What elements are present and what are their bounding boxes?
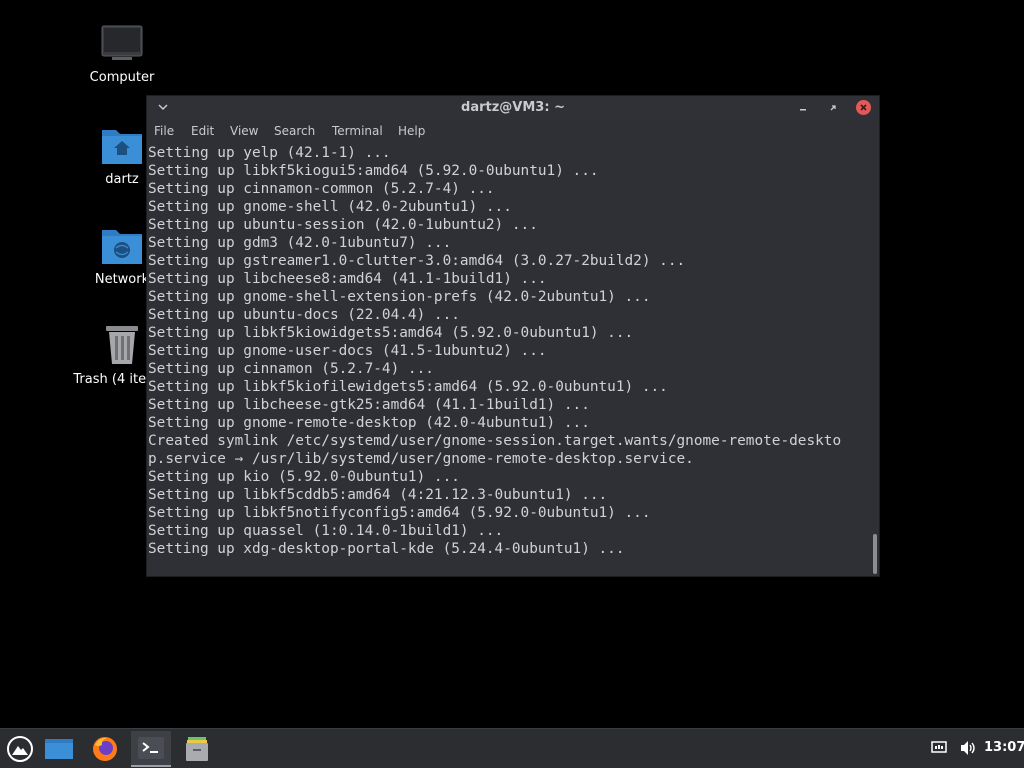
terminal-line: Setting up gnome-user-docs (41.5-1ubuntu… (148, 343, 547, 359)
terminal-prompt-line (148, 558, 870, 576)
terminal-line: Setting up cinnamon-common (5.2.7-4) ... (148, 181, 495, 197)
menu-edit[interactable]: Edit (191, 124, 214, 138)
menu-help[interactable]: Help (398, 124, 425, 138)
maximize-button[interactable] (826, 101, 840, 115)
firefox-launcher[interactable] (85, 731, 125, 767)
terminal-line: Setting up libkf5notifyconfig5:amd64 (5.… (148, 505, 651, 521)
terminal-icon (138, 737, 164, 759)
terminal-taskbar-button[interactable] (131, 731, 171, 767)
terminal-line: Setting up gstreamer1.0-clutter-3.0:amd6… (148, 253, 686, 269)
menu-view[interactable]: View (230, 124, 258, 138)
volume-icon[interactable] (959, 740, 977, 756)
terminal-line: Setting up gnome-shell (42.0-2ubuntu1) .… (148, 199, 512, 215)
close-icon (860, 104, 867, 111)
terminal-line: Setting up quassel (1:0.14.0-1build1) ..… (148, 523, 504, 539)
desktop-icon-label: Computer (89, 70, 155, 85)
terminal-line: Setting up ubuntu-docs (22.04.4) ... (148, 307, 460, 323)
terminal-line: p.service → /usr/lib/systemd/user/gnome-… (148, 451, 694, 467)
menu-file[interactable]: File (154, 124, 174, 138)
network-folder-icon (102, 230, 142, 264)
file-manager-launcher[interactable] (177, 731, 217, 767)
terminal-line: Setting up xdg-desktop-portal-kde (5.24.… (148, 541, 625, 557)
terminal-line: Setting up libkf5kiofilewidgets5:amd64 (… (148, 379, 668, 395)
taskbar: 13:07 (0, 728, 1024, 768)
menu-logo-icon (7, 736, 33, 762)
terminal-line: Setting up libkf5cddb5:amd64 (4:21.12.3-… (148, 487, 608, 503)
desktop: Computer dartz Network Trash (4 items) d… (0, 0, 1024, 728)
menu-button[interactable] (0, 731, 40, 767)
clock[interactable]: 13:07 (984, 740, 1024, 755)
desktop-icon-computer[interactable]: Computer (62, 24, 182, 85)
close-button[interactable] (856, 100, 871, 115)
terminal-output[interactable]: Setting up yelp (42.1-1) ... Setting up … (148, 144, 870, 576)
terminal-line: Setting up cinnamon (5.2.7-4) ... (148, 361, 434, 377)
terminal-line: Setting up gnome-remote-desktop (42.0-4u… (148, 415, 590, 431)
show-desktop-button[interactable] (39, 731, 79, 767)
terminal-line: Setting up yelp (42.1-1) ... (148, 145, 391, 161)
terminal-window[interactable]: dartz@VM3: ~ File Edit View Search Termi… (146, 95, 880, 577)
terminal-line: Setting up libcheese8:amd64 (41.1-1build… (148, 271, 547, 287)
menu-terminal[interactable]: Terminal (332, 124, 383, 138)
terminal-line: Created symlink /etc/systemd/user/gnome-… (148, 433, 842, 449)
terminal-line: Setting up libkf5kiowidgets5:amd64 (5.92… (148, 325, 634, 341)
menu-bar: File Edit View Search Terminal Help (147, 122, 879, 142)
trash-icon (106, 326, 138, 364)
computer-icon (101, 25, 143, 60)
menu-search[interactable]: Search (274, 124, 315, 138)
terminal-line: Setting up libkf5kiogui5:amd64 (5.92.0-0… (148, 163, 599, 179)
terminal-scrollbar[interactable] (872, 144, 878, 574)
terminal-line: Setting up kio (5.92.0-0ubuntu1) ... (148, 469, 460, 485)
firefox-icon (93, 737, 117, 761)
home-folder-icon (102, 130, 142, 164)
terminal-line: Setting up libcheese-gtk25:amd64 (41.1-1… (148, 397, 590, 413)
terminal-line: Setting up gdm3 (42.0-1ubuntu7) ... (148, 235, 452, 251)
scrollbar-thumb[interactable] (873, 534, 877, 574)
network-icon[interactable] (931, 741, 947, 755)
terminal-line: Setting up ubuntu-session (42.0-1ubuntu2… (148, 217, 538, 233)
window-title: dartz@VM3: ~ (461, 100, 565, 115)
window-titlebar[interactable]: dartz@VM3: ~ (147, 96, 879, 120)
terminal-line: Setting up gnome-shell-extension-prefs (… (148, 289, 651, 305)
show-desktop-icon (45, 739, 73, 759)
file-manager-icon (186, 737, 208, 761)
minimize-button[interactable] (796, 102, 810, 116)
